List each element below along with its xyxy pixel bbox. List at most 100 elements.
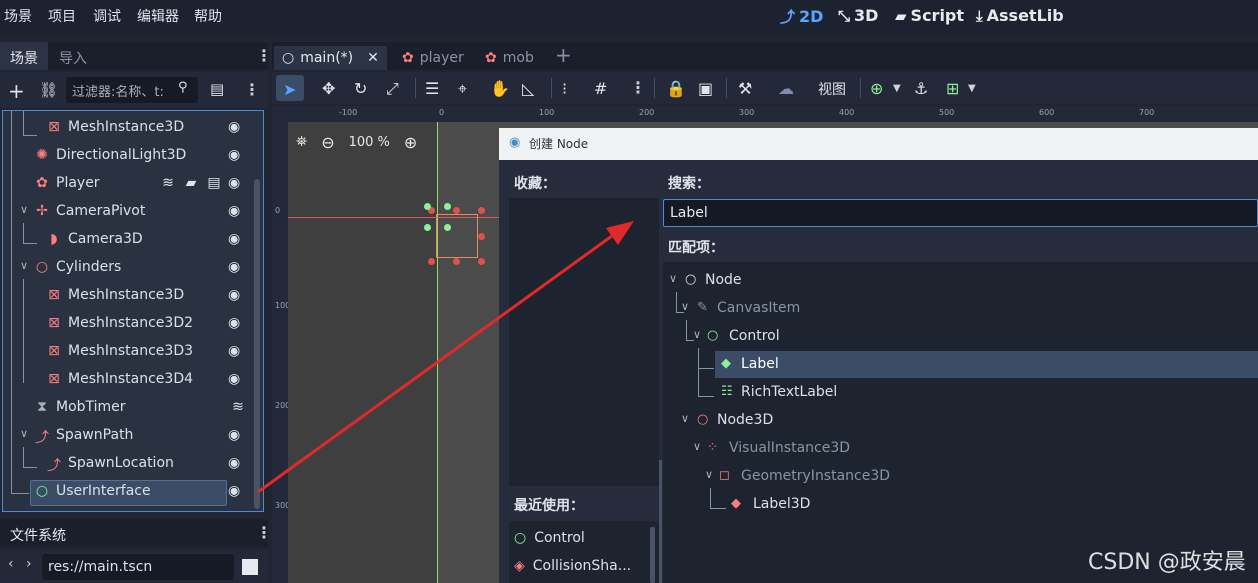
signal-icon[interactable]: ≋ [230, 399, 246, 415]
scene-tree-item[interactable]: ⊠ MeshInstance3D2 ◉ [0, 310, 248, 338]
match-control[interactable]: ∨ ○ Control [667, 323, 1227, 351]
menu-editor[interactable]: 编辑器 [137, 6, 179, 26]
scene-tree-item[interactable]: ⧗ MobTimer ≋ [0, 394, 248, 422]
zoom-level[interactable]: 100 % [349, 135, 390, 150]
bone-icon[interactable]: ⚒ [738, 79, 752, 98]
scale-tool-icon[interactable]: ⤢ [386, 79, 399, 99]
clapper-icon[interactable]: ▰ [183, 175, 199, 191]
forward-icon[interactable]: › [26, 556, 32, 572]
scene-filter-input[interactable]: 过滤器:名称、t: ⚲ [66, 77, 198, 103]
visibility-eye-icon[interactable]: ◉ [228, 231, 240, 247]
scene-tree-item[interactable]: ⊠ MeshInstance3D ◉ [0, 282, 248, 310]
smart-snap-icon[interactable]: ⁝ [562, 79, 567, 98]
visibility-eye-icon[interactable]: ◉ [228, 315, 240, 331]
match-node[interactable]: ∨ ○ Node [667, 267, 1227, 295]
match-label[interactable]: ◆ Label [667, 351, 1227, 379]
match-richtextlabel[interactable]: ☷ RichTextLabel [667, 379, 1227, 407]
workspace-script[interactable]: ▰ Script [895, 6, 964, 25]
scene-tab-main[interactable]: ○ main(*) ✕ [274, 46, 387, 70]
visibility-eye-icon[interactable]: ◉ [228, 371, 240, 387]
favorites-scrollbar[interactable] [659, 460, 662, 583]
group-icon[interactable]: ▣ [698, 79, 713, 98]
zoom-out-icon[interactable]: ⊖ [321, 133, 334, 152]
recent-scrollbar[interactable] [650, 527, 655, 583]
control-node-gizmo[interactable] [436, 214, 478, 258]
dock-menu-icon[interactable]: ⋮ [256, 46, 272, 65]
view-menu[interactable]: 视图 [818, 79, 846, 99]
tab-scene[interactable]: 场景 [10, 48, 38, 68]
script-icon[interactable]: ▤ [206, 175, 222, 191]
recent-item-control[interactable]: ○ Control [514, 530, 585, 546]
workspace-2d[interactable]: ⤴ 2D [780, 6, 823, 27]
scene-tree-item[interactable]: ◗ Camera3D ◉ [0, 226, 248, 254]
chevron-down-icon[interactable]: ▼ [968, 83, 976, 94]
visibility-eye-icon[interactable]: ◉ [228, 119, 240, 135]
scene-tree-item[interactable]: ∨ ✢ CameraPivot ◉ [0, 198, 248, 226]
add-point-icon[interactable]: ⊕ [870, 79, 883, 98]
menu-project[interactable]: 项目 [48, 6, 76, 26]
zoom-in-icon[interactable]: ⊕ [404, 133, 417, 152]
node-search-input[interactable]: Label [663, 199, 1258, 227]
visibility-eye-icon[interactable]: ◉ [228, 455, 240, 471]
add-script-icon[interactable]: ▤ [210, 80, 224, 98]
menu-scene[interactable]: 场景 [4, 6, 32, 26]
filesystem-menu-icon[interactable]: ⋮ [256, 523, 272, 542]
scene-tree-scrollbar[interactable] [254, 179, 260, 509]
tab-import[interactable]: 导入 [59, 48, 87, 68]
scene-tree-item[interactable]: ⊠ MeshInstance3D ◉ [0, 114, 248, 142]
close-icon[interactable]: ✕ [367, 50, 379, 66]
ruler-tool-icon[interactable]: ◺ [522, 79, 534, 98]
add-node-icon[interactable]: + [8, 79, 25, 103]
visibility-eye-icon[interactable]: ◉ [228, 287, 240, 303]
list-select-icon[interactable]: ☰ [425, 79, 439, 98]
scene-tree-item[interactable]: ⤴ SpawnLocation ◉ [0, 450, 248, 478]
visibility-eye-icon[interactable]: ◉ [228, 483, 240, 499]
match-canvasitem[interactable]: ∨ ✎ CanvasItem [667, 295, 1227, 323]
recent-item-collisionshape[interactable]: ◈ CollisionSha... [514, 558, 631, 574]
filesystem-path-input[interactable]: res://main.tscn [42, 554, 234, 580]
chevron-down-icon[interactable]: ∨ [20, 427, 28, 440]
menu-debug[interactable]: 调试 [93, 6, 121, 26]
back-icon[interactable]: ‹ [8, 556, 14, 572]
pivot-tool-icon[interactable]: ⌖ [458, 79, 467, 99]
pan-tool-icon[interactable]: ✋ [490, 79, 510, 98]
lock-icon[interactable]: 🔒 [666, 79, 686, 98]
select-tool-icon[interactable]: ➤ [283, 80, 296, 99]
chevron-down-icon[interactable]: ▼ [893, 83, 901, 94]
animation-icon[interactable]: ☁ [778, 79, 794, 98]
scene-tab-mob[interactable]: ✿ mob [485, 46, 534, 70]
scene-tree-item[interactable]: ○ UserInterface ◉ [0, 478, 248, 506]
match-visualinstance3d[interactable]: ∨ ⁘ VisualInstance3D [667, 435, 1227, 463]
scene-tree-item[interactable]: ⊠ MeshInstance3D4 ◉ [0, 366, 248, 394]
scene-tree-item[interactable]: ∨ ○ Cylinders ◉ [0, 254, 248, 282]
split-view-icon[interactable] [242, 559, 258, 575]
visibility-eye-icon[interactable]: ◉ [228, 147, 240, 163]
chevron-down-icon[interactable]: ∨ [20, 203, 28, 216]
move-tool-icon[interactable]: ✥ [322, 79, 335, 98]
scene-tab-player[interactable]: ✿ player [402, 46, 464, 70]
signal-icon[interactable]: ≋ [160, 175, 176, 191]
scene-tree-item[interactable]: ✺ DirectionalLight3D ◉ [0, 142, 248, 170]
visibility-eye-icon[interactable]: ◉ [228, 427, 240, 443]
grid-snap-icon[interactable]: # [594, 79, 607, 98]
scene-tree-item[interactable]: ✿ Player ≋ ▰ ▤ ◉ [0, 170, 248, 198]
workspace-3d[interactable]: ⤡ 3D [838, 6, 878, 25]
visibility-eye-icon[interactable]: ◉ [228, 343, 240, 359]
match-geometryinstance3d[interactable]: ∨ ◻ GeometryInstance3D [667, 463, 1227, 491]
rotate-tool-icon[interactable]: ↻ [354, 79, 367, 98]
scene-tree-item[interactable]: ∨ ⤴ SpawnPath ◉ [0, 422, 248, 450]
match-label3d[interactable]: ◆ Label3D [667, 491, 1227, 519]
center-view-icon[interactable]: ⛯ [296, 134, 307, 150]
tab-filesystem[interactable]: 文件系统 [10, 525, 66, 545]
snap-options-icon[interactable]: ⋮ [630, 78, 646, 97]
layout-icon[interactable]: ⊞ [946, 79, 959, 98]
visibility-eye-icon[interactable]: ◉ [228, 175, 240, 191]
favorites-list[interactable] [509, 198, 659, 486]
match-node3d[interactable]: ∨ ○ Node3D [667, 407, 1227, 435]
scene-tree-item[interactable]: ⊠ MeshInstance3D3 ◉ [0, 338, 248, 366]
chevron-down-icon[interactable]: ∨ [20, 259, 28, 272]
visibility-eye-icon[interactable]: ◉ [228, 203, 240, 219]
link-icon[interactable]: ⛓ [39, 81, 58, 99]
scene-options-icon[interactable]: ⋮ [244, 80, 260, 99]
menu-help[interactable]: 帮助 [194, 6, 222, 26]
